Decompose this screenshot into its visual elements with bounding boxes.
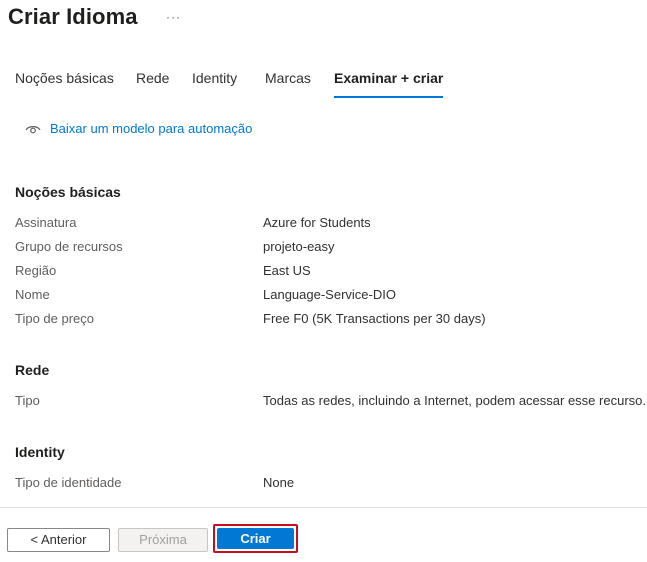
tab-identity[interactable]: Identity <box>192 70 237 98</box>
value-assinatura: Azure for Students <box>263 215 371 230</box>
label-assinatura: Assinatura <box>15 215 77 230</box>
next-button[interactable]: Próxima <box>118 528 208 552</box>
label-regiao: Região <box>15 263 57 278</box>
section-title-network: Rede <box>15 362 50 378</box>
value-regiao: East US <box>263 263 311 278</box>
previous-button[interactable]: < Anterior <box>7 528 110 552</box>
label-tipo-identidade: Tipo de identidade <box>15 475 122 490</box>
section-title-identity: Identity <box>15 444 65 460</box>
label-tipo-rede: Tipo <box>15 393 40 408</box>
section-title-basics: Noções básicas <box>15 184 121 200</box>
footer-divider <box>0 507 647 508</box>
tab-rede[interactable]: Rede <box>136 70 169 98</box>
create-language-page: Criar Idioma ··· Noções básicas Rede Ide… <box>0 0 647 562</box>
label-grupo-recursos: Grupo de recursos <box>15 239 123 254</box>
value-nome: Language-Service-DIO <box>263 287 396 302</box>
tab-nocoes-basicas[interactable]: Noções básicas <box>15 70 114 98</box>
value-grupo-recursos: projeto-easy <box>263 239 335 254</box>
page-title: Criar Idioma <box>8 4 138 29</box>
value-tipo-rede: Todas as redes, incluindo a Internet, po… <box>263 393 646 408</box>
create-button-highlight: Criar <box>213 524 298 553</box>
value-tipo-preco: Free F0 (5K Transactions per 30 days) <box>263 311 486 326</box>
create-button[interactable]: Criar <box>217 528 294 549</box>
label-nome: Nome <box>15 287 50 302</box>
tab-marcas[interactable]: Marcas <box>265 70 311 98</box>
label-tipo-preco: Tipo de preço <box>15 311 95 326</box>
download-template-label: Baixar um modelo para automação <box>50 121 253 136</box>
value-tipo-identidade: None <box>263 475 295 490</box>
more-options-icon[interactable]: ··· <box>166 10 181 24</box>
tab-examinar-criar[interactable]: Examinar + criar <box>334 70 444 98</box>
eye-icon <box>25 126 41 134</box>
